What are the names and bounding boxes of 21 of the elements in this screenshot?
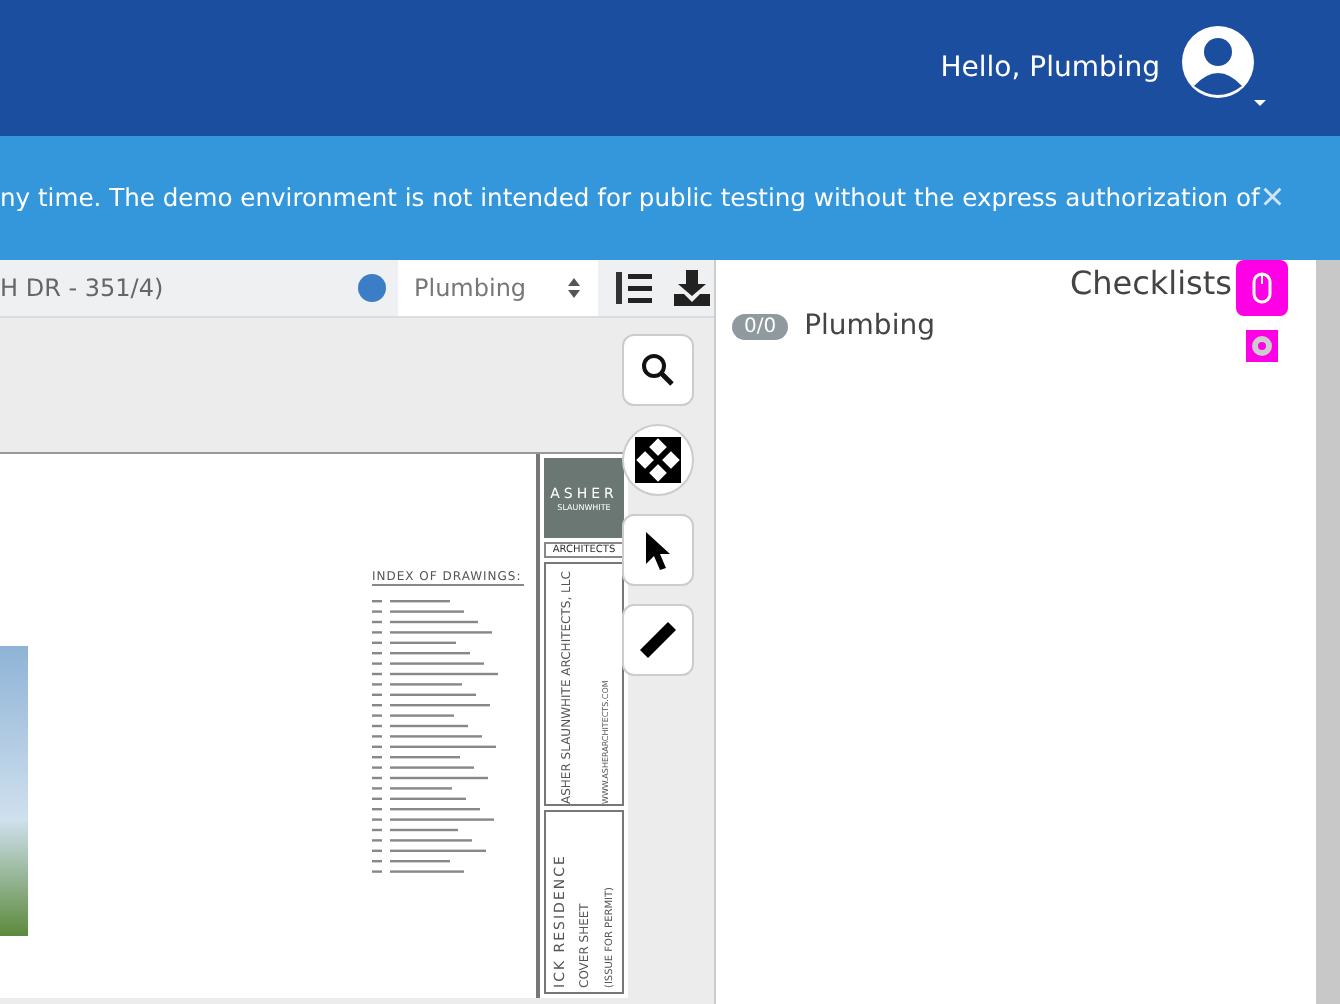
checklists-title: Checklists — [1069, 264, 1232, 302]
status-dot — [358, 274, 386, 302]
pointer-button[interactable] — [622, 514, 694, 586]
banner-message: ny time. The demo environment is not intended for public testing without the express authorization of — [0, 184, 1260, 212]
trade-select[interactable]: Plumbing — [398, 260, 598, 316]
numbered-list-icon[interactable] — [612, 266, 656, 310]
mouse-icon — [1252, 272, 1272, 304]
cursor-icon — [642, 530, 674, 570]
checklist-name[interactable]: Plumbing — [804, 310, 935, 342]
avatar-icon[interactable] — [1180, 24, 1268, 112]
count-badge: 0/0 — [732, 313, 789, 339]
search-icon — [640, 352, 676, 388]
sort-arrows-icon — [566, 276, 582, 300]
measure-button[interactable] — [622, 604, 694, 676]
scrollbar[interactable] — [1316, 260, 1340, 1004]
download-icon[interactable] — [670, 266, 714, 310]
fit-screen-button[interactable] — [622, 424, 694, 496]
greeting-text: Hello, Plumbing — [940, 52, 1160, 84]
close-button[interactable]: × — [1260, 175, 1284, 221]
document-title: H DR - 351/4) — [0, 274, 166, 302]
search-button[interactable] — [622, 334, 694, 406]
